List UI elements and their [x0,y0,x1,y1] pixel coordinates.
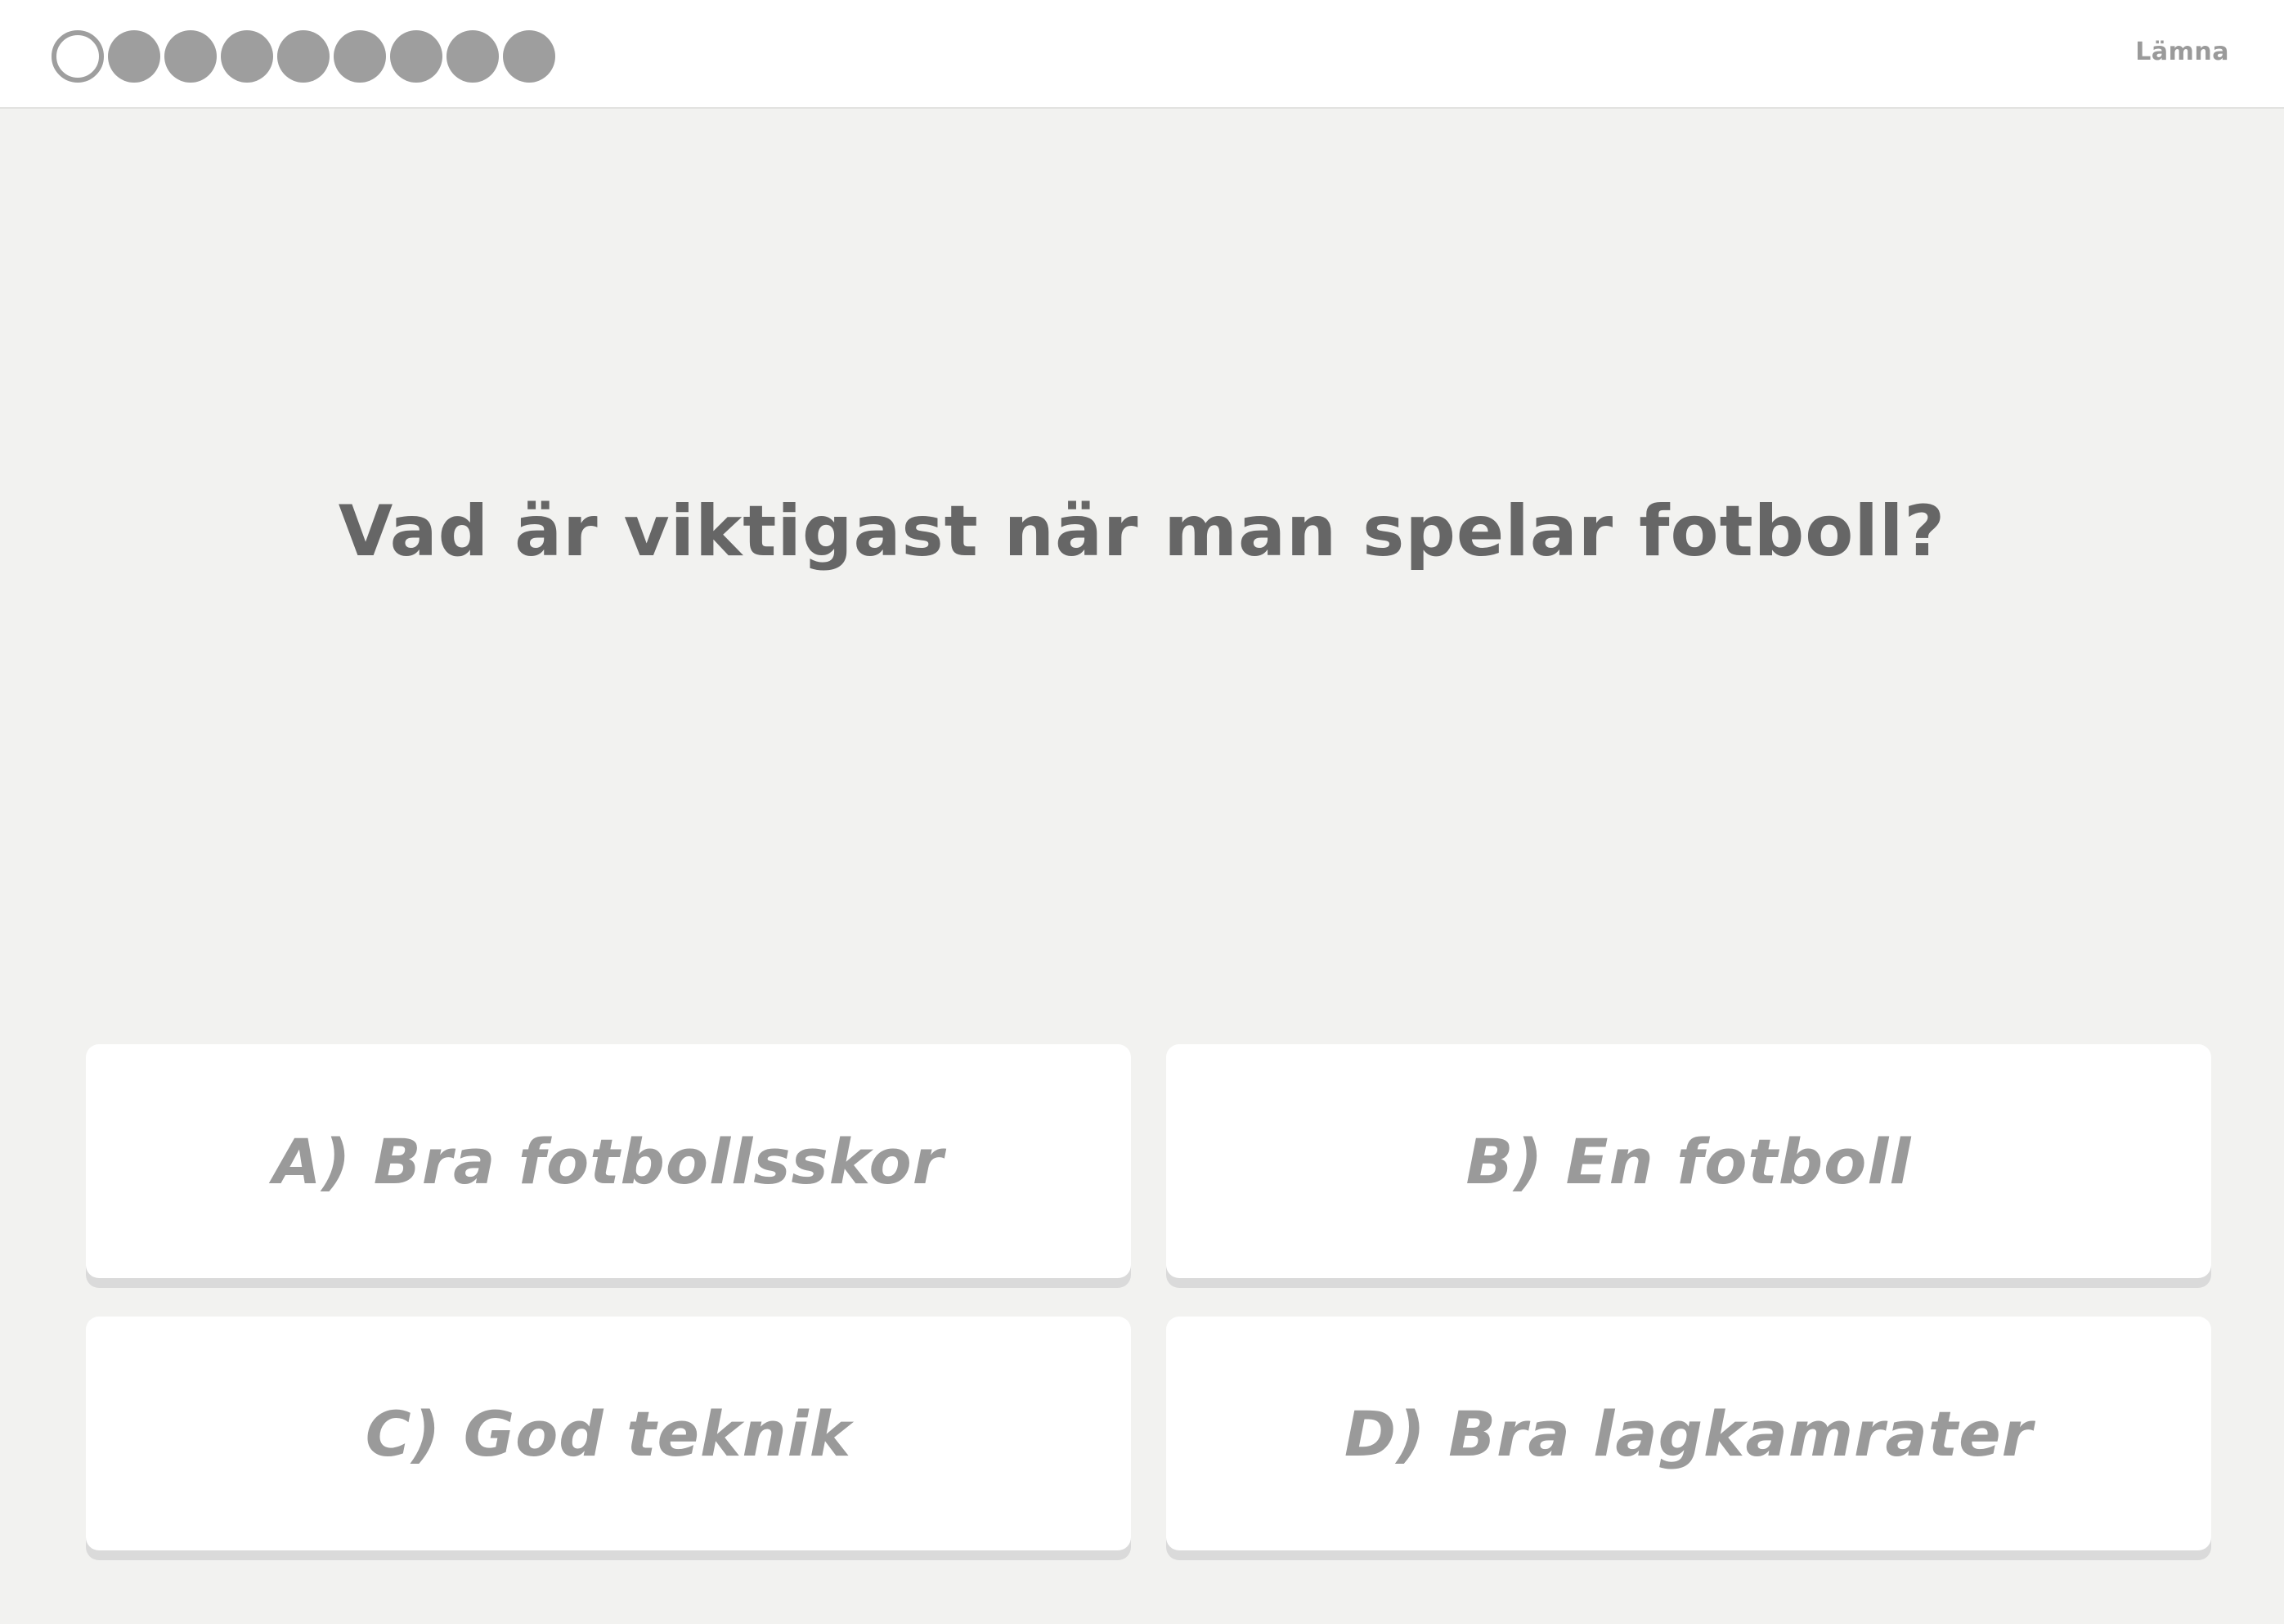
answer-button-d[interactable]: D) Bra lagkamrater [1166,1317,2211,1550]
answer-button-b[interactable]: B) En fotboll [1166,1044,2211,1278]
answer-button-c[interactable]: C) God teknik [86,1317,1131,1550]
answer-button-a[interactable]: A) Bra fotbollsskor [86,1044,1131,1278]
answer-label: A) Bra fotbollsskor [272,1124,945,1198]
progress-dot [164,30,217,83]
question-progress [52,30,555,83]
leave-button[interactable]: Lämna [2135,38,2229,66]
progress-dot [503,30,555,83]
progress-dot [108,30,160,83]
progress-dot [221,30,273,83]
progress-dot-current [52,30,104,83]
progress-dot [277,30,330,83]
answer-label: D) Bra lagkamrater [1344,1397,2034,1470]
top-bar: Lämna [0,0,2284,109]
answer-label: B) En fotboll [1465,1124,1912,1198]
answer-label: C) God teknik [365,1397,852,1470]
question-text: Vad är viktigast när man spelar fotboll? [338,491,1946,572]
progress-dot [446,30,499,83]
progress-dot [334,30,386,83]
progress-dot [390,30,442,83]
